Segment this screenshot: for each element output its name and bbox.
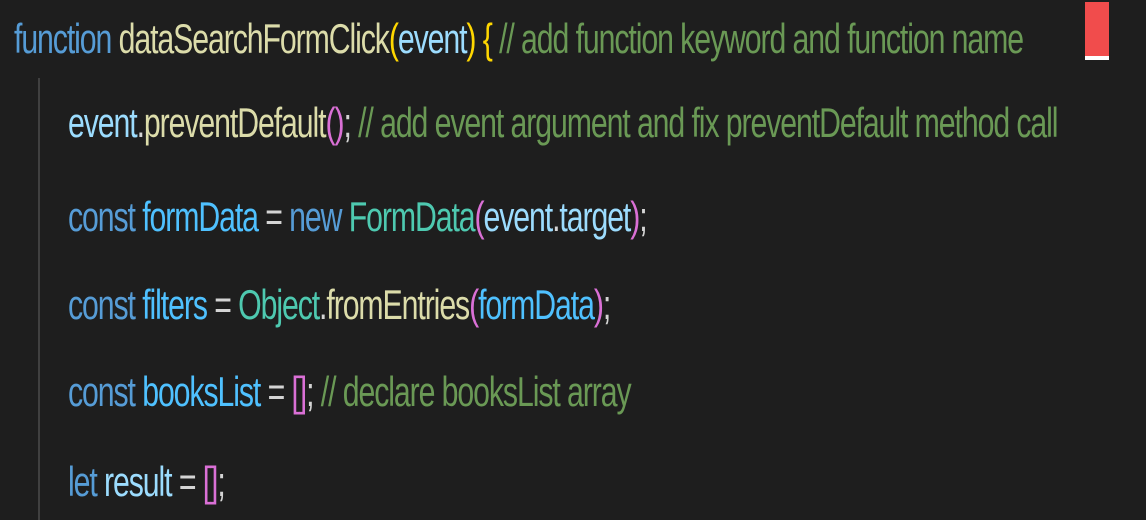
object-event: event <box>68 99 138 146</box>
paren-open: ( <box>469 281 479 328</box>
comment: // add event argument and fix preventDef… <box>358 99 1058 146</box>
comment: // declare booksList array <box>320 368 632 415</box>
class-formdata: FormData <box>348 193 476 240</box>
code-line-4[interactable]: const filters = Object.fromEntries(formD… <box>68 270 611 340</box>
comment: // add function keyword and function nam… <box>499 15 1024 62</box>
bracket-open: [ <box>291 368 299 415</box>
semicolon: ; <box>306 368 314 415</box>
function-name: dataSearchFormClick <box>118 15 390 62</box>
var-filters: filters <box>142 281 208 328</box>
equals: = <box>265 193 283 240</box>
equals: = <box>214 281 232 328</box>
class-object: Object <box>238 281 320 328</box>
code-line-5[interactable]: const booksList = []; // declare booksLi… <box>68 357 632 427</box>
arg-event: event <box>483 193 554 240</box>
dot: . <box>552 193 560 240</box>
method-fromentries: fromEntries <box>326 281 470 328</box>
semicolon: ; <box>639 193 647 240</box>
keyword-const: const <box>68 281 136 328</box>
semicolon: ; <box>343 99 351 146</box>
method-preventdefault: preventDefault <box>143 99 327 146</box>
bracket-close: ] <box>298 368 307 415</box>
paren-open: ( <box>474 193 485 240</box>
code-line-3[interactable]: const formData = new FormData(event.targ… <box>68 182 648 252</box>
paren-close: ) <box>334 99 344 146</box>
paren-close: ) <box>630 193 640 240</box>
equals: = <box>267 368 286 415</box>
paren-open: ( <box>325 99 335 146</box>
code-line-2[interactable]: event.preventDefault(); // add event arg… <box>68 88 1059 158</box>
code-editor[interactable]: function dataSearchFormClick(event) { //… <box>0 0 1146 520</box>
keyword-function: function <box>14 15 112 62</box>
paren-close: ) <box>466 15 476 62</box>
keyword-const: const <box>68 193 136 240</box>
arg-formdata: formData <box>478 281 595 328</box>
equals: = <box>178 458 197 505</box>
semicolon: ; <box>217 458 225 505</box>
code-line-6[interactable]: let result = []; <box>68 447 226 517</box>
dot: . <box>319 281 327 328</box>
paren-close: ) <box>593 281 604 328</box>
indent-guide <box>38 78 40 520</box>
keyword-new: new <box>289 193 342 240</box>
semicolon: ; <box>602 281 611 328</box>
var-result: result <box>104 458 173 505</box>
prop-target: target <box>559 193 631 240</box>
var-formdata: formData <box>142 193 259 240</box>
param-event: event <box>397 15 468 62</box>
code-line-1[interactable]: function dataSearchFormClick(event) { //… <box>14 4 1024 74</box>
cursor-marker <box>1085 2 1109 60</box>
brace-open: { <box>482 15 493 62</box>
var-bookslist: booksList <box>142 368 261 415</box>
paren-open: ( <box>388 15 399 62</box>
keyword-const: const <box>68 368 136 415</box>
keyword-let: let <box>68 458 98 505</box>
